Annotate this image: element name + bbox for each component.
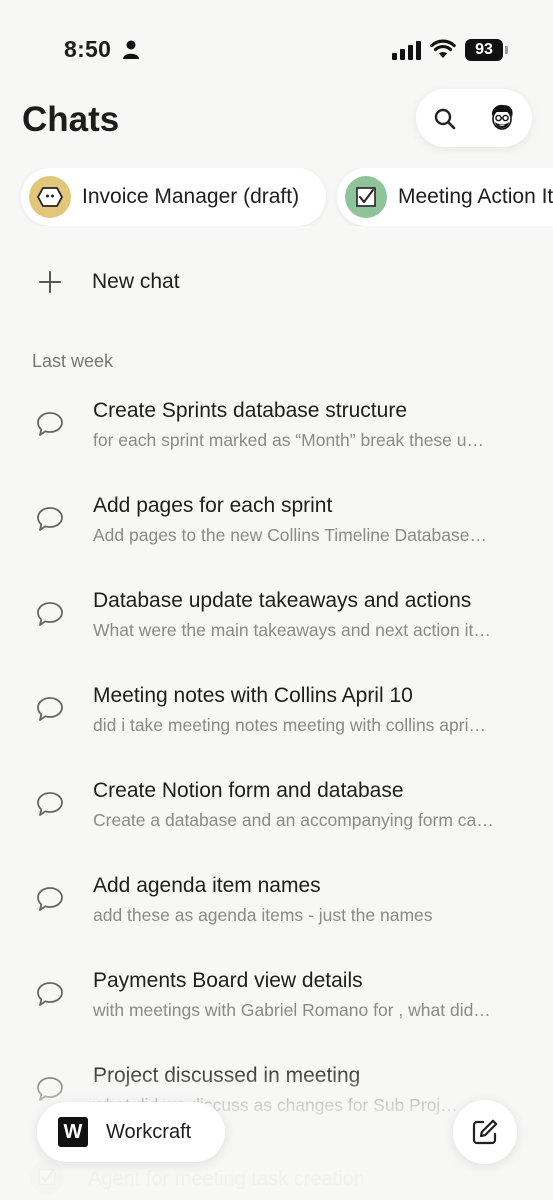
chat-title: Project discussed in meeting <box>93 1064 361 1087</box>
chip-meeting-action[interactable]: Meeting Action Items <box>337 168 553 226</box>
chat-bubble-icon <box>37 507 63 531</box>
chat-list-item[interactable]: Database update takeaways and actions Wh… <box>0 575 553 670</box>
chat-bubble-icon <box>37 887 63 911</box>
chat-bubble-icon <box>37 412 63 436</box>
status-bar: 8:50 93 <box>0 0 553 100</box>
chat-bubble-icon <box>37 792 63 816</box>
chip-label: Invoice Manager (draft) <box>82 185 300 208</box>
chat-list-item[interactable]: Add agenda item names add these as agend… <box>0 860 553 955</box>
chat-title: Database update takeaways and actions <box>93 589 472 612</box>
person-icon <box>123 40 139 59</box>
chat-preview: Add pages to the new Collins Timeline Da… <box>93 525 487 545</box>
chat-list-item[interactable]: Add pages for each sprint Add pages to t… <box>0 480 553 575</box>
chat-list-item[interactable]: Create Sprints database structure for ea… <box>0 385 553 480</box>
chat-title: Create Notion form and database <box>93 779 404 802</box>
search-icon <box>434 108 456 130</box>
chat-preview: add these as agenda items - just the nam… <box>93 905 433 925</box>
checklist-icon <box>30 1160 64 1194</box>
chat-title: Add pages for each sprint <box>93 494 333 517</box>
battery-indicator: 93 <box>465 39 509 61</box>
chat-title: Meeting notes with Collins April 10 <box>93 684 413 707</box>
chat-preview: for each sprint marked as “Month” break … <box>93 430 485 450</box>
invoice-agent-icon <box>29 176 71 218</box>
compose-button[interactable] <box>453 1100 517 1164</box>
section-label-last-week: Last week <box>32 351 114 371</box>
chat-list-item-partial[interactable]: Agent for meeting task creation <box>0 1160 553 1200</box>
new-chat-label: New chat <box>92 270 180 293</box>
avatar[interactable] <box>486 102 518 134</box>
chat-list-item[interactable]: Payments Board view details with meeting… <box>0 955 553 1050</box>
chat-title: Payments Board view details <box>93 969 363 992</box>
chat-title: Agent for meeting task creation <box>88 1168 365 1190</box>
chat-preview: did i take meeting notes meeting with co… <box>93 715 486 735</box>
workspace-logo: W <box>58 1117 88 1147</box>
search-button[interactable] <box>430 104 460 134</box>
chat-preview: with meetings with Gabriel Romano for , … <box>93 1000 491 1020</box>
checklist-icon <box>345 176 387 218</box>
new-chat-button[interactable]: New chat <box>22 256 522 308</box>
battery-cap <box>505 46 508 54</box>
chat-title: Create Sprints database structure <box>93 399 407 422</box>
chat-bubble-icon <box>37 1077 63 1101</box>
chat-preview: Create a database and an accompanying fo… <box>93 810 494 830</box>
status-time: 8:50 <box>64 36 112 62</box>
page-title: Chats <box>22 100 120 139</box>
header-actions <box>416 89 532 147</box>
chat-title: Add agenda item names <box>93 874 321 897</box>
chat-bubble-icon <box>37 602 63 626</box>
chat-bubble-icon <box>37 697 63 721</box>
agent-chips: Invoice Manager (draft) Meeting Action I… <box>0 168 553 226</box>
battery-level: 93 <box>465 39 503 61</box>
workspace-switcher[interactable]: W Workcraft <box>37 1102 225 1162</box>
chat-preview: What were the main takeaways and next ac… <box>93 620 491 640</box>
workspace-name: Workcraft <box>106 1120 192 1143</box>
chat-bubble-icon <box>37 982 63 1006</box>
chip-invoice-manager[interactable]: Invoice Manager (draft) <box>21 168 326 226</box>
chat-list-item[interactable]: Create Notion form and database Create a… <box>0 765 553 860</box>
plus-icon <box>22 256 78 308</box>
chat-list-item[interactable]: Meeting notes with Collins April 10 did … <box>0 670 553 765</box>
chip-label: Meeting Action Items <box>398 185 553 208</box>
compose-icon <box>472 1119 498 1145</box>
wifi-icon <box>430 39 456 58</box>
cellular-signal-icon <box>392 41 421 60</box>
